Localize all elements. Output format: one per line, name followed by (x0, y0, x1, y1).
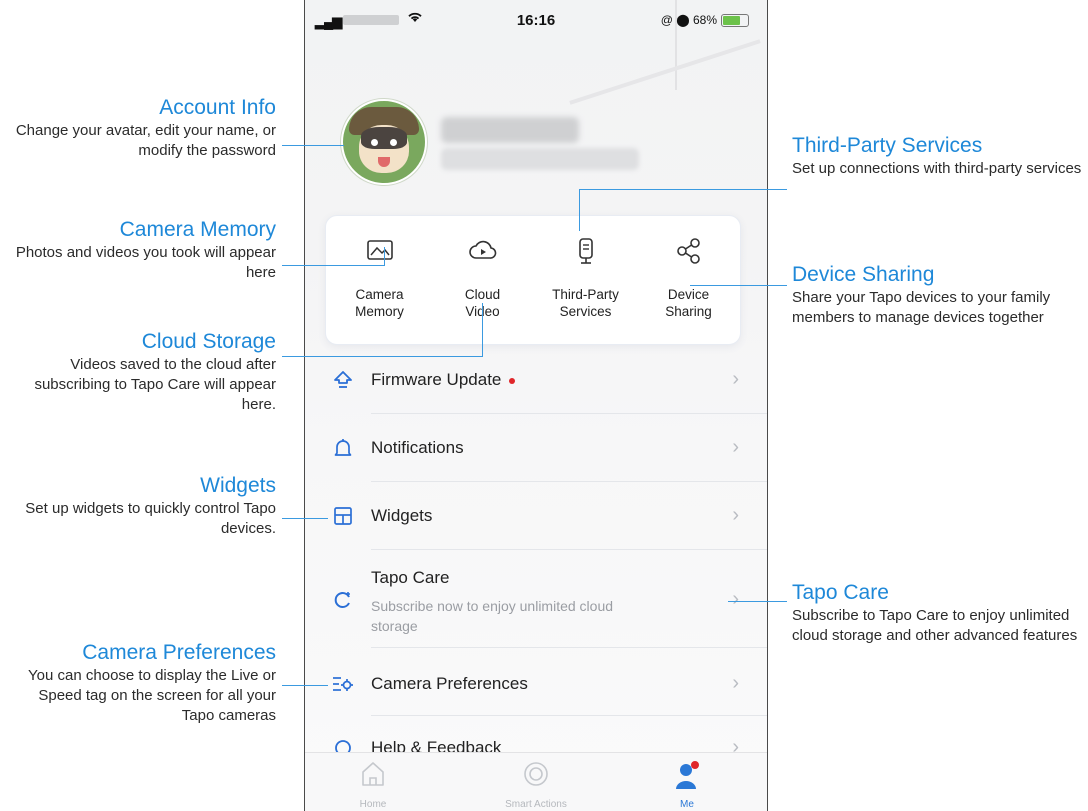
tab-home[interactable]: Home (313, 753, 433, 811)
annotation-account-info: Account Info Change your avatar, edit yo… (10, 95, 276, 161)
annotation-desc: Set up widgets to quickly control Tapo d… (25, 500, 276, 537)
tapo-care-icon (331, 588, 355, 612)
annotation-camera-preferences: Camera Preferences You can choose to dis… (10, 640, 276, 726)
menu-item-notifications[interactable]: Notifications › (305, 414, 767, 482)
menu-item-tapo-care[interactable]: Tapo Care Subscribe now to enjoy unlimit… (305, 550, 767, 648)
battery-percent: @ ⬤ 68% (660, 13, 717, 27)
camera-memory-tile[interactable]: Camera Memory (328, 216, 431, 344)
chevron-right-icon: › (732, 436, 739, 458)
menu-title: Widgets (371, 506, 433, 525)
home-icon (313, 759, 433, 789)
battery-icon (721, 13, 749, 27)
annotation-widgets: Widgets Set up widgets to quickly contro… (10, 473, 276, 539)
widgets-icon (331, 504, 355, 528)
device-sharing-tile[interactable]: Device Sharing (637, 216, 740, 344)
update-badge (509, 377, 516, 384)
annotation-desc: Photos and videos you took will appear h… (15, 244, 276, 281)
firmware-update-icon (331, 368, 355, 392)
cloud-video-icon (431, 236, 534, 268)
annotation-camera-memory: Camera Memory Photos and videos you took… (10, 217, 276, 283)
tab-me[interactable]: Me (627, 753, 747, 811)
third-party-services-icon (534, 236, 637, 268)
annotation-desc: Videos saved to the cloud after subscrib… (34, 356, 276, 413)
smart-actions-icon (476, 759, 596, 789)
share-icon (637, 236, 740, 268)
account-name-redacted[interactable] (441, 117, 579, 143)
menu-title: Camera Preferences (371, 674, 528, 693)
third-party-services-tile[interactable]: Third-Party Services (534, 216, 637, 344)
menu-title: Notifications (371, 438, 464, 457)
tab-label: Smart Actions (505, 799, 567, 810)
annotation-desc: Subscribe to Tapo Care to enjoy unlimite… (792, 607, 1078, 644)
phone-screen: ▂▄▆ 16:16 @ ⬤ 68% Camera Memory Cloud Vi… (304, 0, 768, 811)
status-bar: ▂▄▆ 16:16 @ ⬤ 68% (305, 0, 767, 40)
tab-label: Home (359, 799, 387, 810)
annotation-desc: Change your avatar, edit your name, or m… (15, 122, 276, 159)
menu-item-widgets[interactable]: Widgets › (305, 482, 767, 550)
annotation-title: Third-Party Services (792, 134, 983, 157)
menu-title: Firmware Update (371, 370, 516, 390)
bottom-tab-bar: Home Smart Actions Me (305, 752, 767, 811)
tile-label: Device Sharing (665, 287, 712, 319)
camera-preferences-icon (331, 672, 355, 696)
annotation-desc: You can choose to display the Live or Sp… (28, 667, 276, 724)
menu-item-camera-preferences[interactable]: Camera Preferences › (305, 648, 767, 716)
me-icon (627, 759, 747, 793)
tile-label: Camera Memory (355, 287, 404, 319)
annotation-cloud-storage: Cloud Storage Videos saved to the cloud … (10, 329, 276, 415)
tab-smart-actions[interactable]: Smart Actions (476, 753, 596, 811)
tab-label: Me (680, 799, 694, 810)
annotation-title: Device Sharing (792, 263, 935, 286)
chevron-right-icon: › (732, 504, 739, 526)
menu-item-help-feedback[interactable]: Help & Feedback › (305, 716, 767, 758)
chevron-right-icon: › (732, 588, 739, 610)
annotation-tapo-care: Tapo Care Subscribe to Tapo Care to enjo… (792, 580, 1082, 646)
menu-title: Tapo Care (371, 568, 450, 587)
bell-icon (331, 436, 355, 460)
chevron-right-icon: › (732, 368, 739, 390)
annotation-title: Tapo Care (792, 581, 889, 604)
annotation-title: Cloud Storage (141, 330, 276, 353)
menu-subtitle: Subscribe now to enjoy unlimited cloud s… (371, 598, 614, 634)
annotation-third-party: Third-Party Services Set up connections … (792, 133, 1082, 179)
account-email-redacted (441, 148, 639, 170)
annotation-device-sharing: Device Sharing Share your Tapo devices t… (792, 262, 1088, 328)
tile-label: Third-Party Services (552, 287, 619, 319)
annotation-title: Account Info (159, 96, 276, 119)
camera-memory-icon (328, 236, 431, 268)
annotation-desc: Share your Tapo devices to your family m… (792, 289, 1051, 326)
quick-access-card: Camera Memory Cloud Video Third-Party Se… (325, 215, 741, 345)
status-right: @ ⬤ 68% (661, 13, 749, 27)
annotation-title: Widgets (200, 474, 276, 497)
annotation-desc: Set up connections with third-party serv… (792, 160, 1082, 177)
annotation-title: Camera Preferences (82, 641, 276, 664)
chevron-right-icon: › (732, 672, 739, 694)
avatar[interactable] (341, 99, 427, 185)
annotation-title: Camera Memory (119, 218, 276, 241)
